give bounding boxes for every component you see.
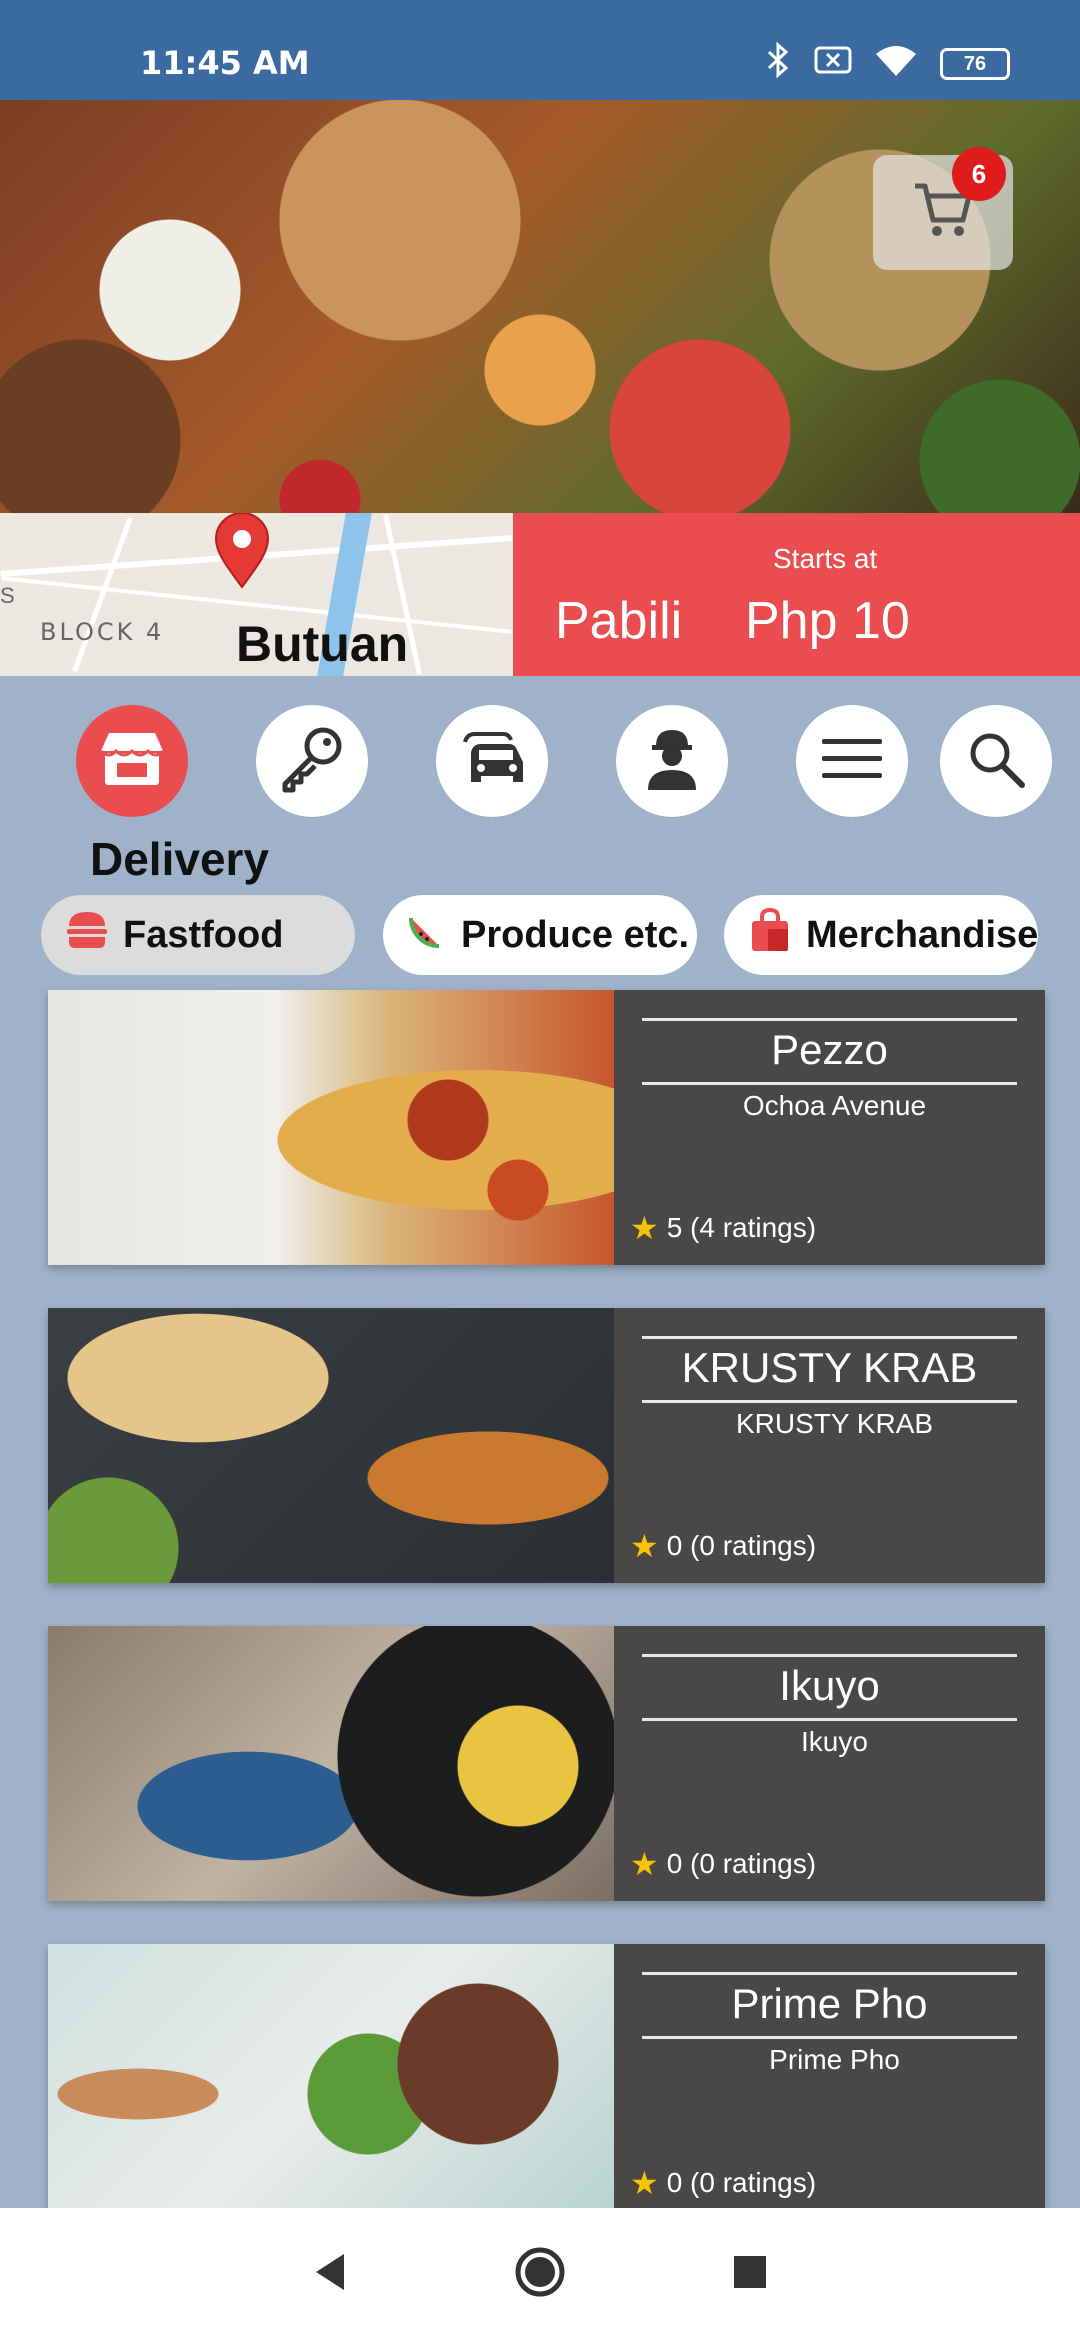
- store-name: Prime Pho: [731, 1980, 928, 2027]
- watermelon-icon: [407, 910, 447, 960]
- recents-icon: [732, 2254, 768, 2295]
- system-nav-bar: [0, 2208, 1080, 2340]
- store-icon: [99, 729, 165, 794]
- menu-icon: [820, 737, 884, 786]
- filter-label: Produce etc.: [461, 913, 690, 956]
- store-image: [48, 1944, 614, 2208]
- store-name: Ikuyo: [779, 1662, 880, 1709]
- divider: [642, 1336, 1017, 1339]
- store-card[interactable]: KRUSTY KRAB KRUSTY KRAB ★ 0 (0 ratings): [48, 1308, 1045, 1583]
- search-icon: [966, 729, 1026, 794]
- store-name: Pezzo: [771, 1026, 888, 1073]
- store-rating: ★ 0 (0 ratings): [630, 2164, 816, 2202]
- star-icon: ★: [630, 1210, 659, 1246]
- filter-fastfood[interactable]: Fastfood: [41, 895, 355, 975]
- rating-text: 0 (0 ratings): [666, 2167, 817, 2198]
- rating-text: 0 (0 ratings): [666, 1530, 817, 1561]
- divider: [642, 2036, 1017, 2039]
- status-icons: 76: [766, 41, 1010, 86]
- category-key[interactable]: [256, 705, 368, 817]
- store-image: [48, 1308, 614, 1583]
- status-bar: 11:45 AM 76: [0, 0, 1080, 100]
- rating-text: 0 (0 ratings): [666, 1848, 817, 1879]
- battery-icon: 76: [940, 48, 1010, 80]
- bluetooth-icon: [766, 41, 792, 86]
- wifi-icon: [874, 44, 918, 84]
- rating-text: 5 (4 ratings): [666, 1212, 817, 1243]
- store-info: Prime Pho Prime Pho ★ 0 (0 ratings): [614, 1944, 1045, 2208]
- store-location: Prime Pho: [769, 2044, 900, 2075]
- divider: [642, 1972, 1017, 1975]
- promo-starts-label: Starts at: [773, 543, 878, 574]
- store-rating: ★ 5 (4 ratings): [630, 1209, 816, 1247]
- category-car[interactable]: [436, 705, 548, 817]
- store-image: [48, 990, 614, 1265]
- store-image: [48, 1626, 614, 1901]
- category-store[interactable]: [76, 705, 188, 817]
- location-pin-icon: [214, 513, 270, 594]
- worker-icon: [642, 726, 702, 797]
- divider: [642, 1718, 1017, 1721]
- status-time: 11:45 AM: [140, 44, 310, 82]
- category-worker[interactable]: [616, 705, 728, 817]
- cart-badge: 6: [952, 147, 1006, 201]
- pabili-promo[interactable]: Starts at Pabili Php 10: [513, 513, 1080, 676]
- home-icon: [513, 2245, 567, 2304]
- map-block-label: BLOCK 4: [40, 618, 165, 646]
- store-location: Ochoa Avenue: [742, 1090, 927, 1121]
- filter-merchandise[interactable]: Merchandise: [724, 895, 1038, 975]
- store-info: Pezzo Ochoa Avenue ★ 5 (4 ratings): [614, 990, 1045, 1265]
- back-icon: [310, 2250, 350, 2299]
- star-icon: ★: [630, 1528, 659, 1564]
- store-name: KRUSTY KRAB: [681, 1344, 978, 1391]
- store-info: Ikuyo Ikuyo ★ 0 (0 ratings): [614, 1626, 1045, 1901]
- shopping-bag-icon: [748, 907, 792, 963]
- car-icon: [455, 728, 529, 795]
- divider: [642, 1654, 1017, 1657]
- burger-icon: [65, 910, 109, 960]
- divider: [642, 1400, 1017, 1403]
- store-card[interactable]: Ikuyo Ikuyo ★ 0 (0 ratings): [48, 1626, 1045, 1901]
- section-title: Delivery: [90, 833, 270, 885]
- store-info: KRUSTY KRAB KRUSTY KRAB ★ 0 (0 ratings): [614, 1308, 1045, 1583]
- back-button[interactable]: [300, 2244, 360, 2304]
- star-icon: ★: [630, 2165, 659, 2201]
- store-card[interactable]: Pezzo Ochoa Avenue ★ 5 (4 ratings): [48, 990, 1045, 1265]
- divider: [642, 1082, 1017, 1085]
- divider: [642, 1018, 1017, 1021]
- store-card[interactable]: Prime Pho Prime Pho ★ 0 (0 ratings): [48, 1944, 1045, 2208]
- close-box-icon: [814, 45, 852, 83]
- map-city-label: Butuan: [236, 616, 409, 672]
- recents-button[interactable]: [720, 2244, 780, 2304]
- store-rating: ★ 0 (0 ratings): [630, 1527, 816, 1565]
- promo-service: Pabili: [555, 592, 683, 650]
- map-edge-label: S: [0, 583, 15, 608]
- key-icon: [277, 724, 347, 799]
- promo-price: Php 10: [745, 592, 910, 650]
- location-map[interactable]: S BLOCK 4 Butuan: [0, 513, 513, 676]
- category-menu[interactable]: [796, 705, 908, 817]
- home-button[interactable]: [510, 2244, 570, 2304]
- search-button[interactable]: [940, 705, 1052, 817]
- filter-produce[interactable]: Produce etc.: [383, 895, 697, 975]
- store-location: KRUSTY KRAB: [735, 1408, 934, 1439]
- store-location: Ikuyo: [801, 1726, 868, 1757]
- star-icon: ★: [630, 1846, 659, 1882]
- filter-label: Fastfood: [123, 913, 284, 956]
- filter-label: Merchandise: [806, 913, 1039, 956]
- map-road: [72, 517, 133, 672]
- store-rating: ★ 0 (0 ratings): [630, 1845, 816, 1883]
